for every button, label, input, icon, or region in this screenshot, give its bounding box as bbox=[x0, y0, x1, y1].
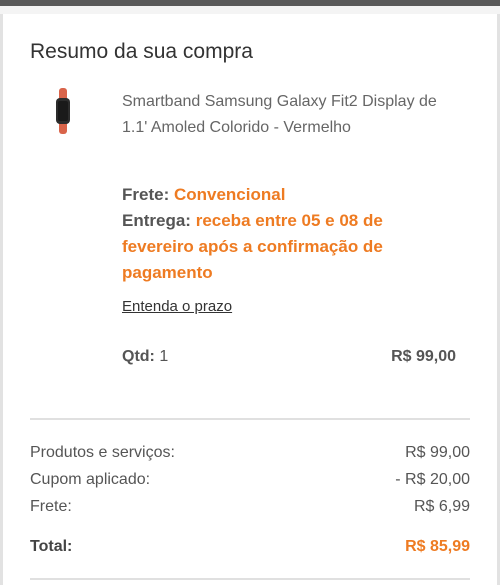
card-border-left bbox=[0, 14, 3, 585]
quantity-label: Qtd: bbox=[122, 348, 155, 365]
row-label: Produtos e serviços: bbox=[30, 444, 175, 461]
row-value: - R$ 20,00 bbox=[395, 471, 470, 488]
row-value: R$ 6,99 bbox=[413, 498, 470, 515]
product-name: Smartband Samsung Galaxy Fit2 Display de… bbox=[122, 93, 437, 136]
divider bbox=[30, 418, 470, 420]
row-label: Frete: bbox=[30, 498, 72, 515]
item-price: R$ 99,00 bbox=[391, 348, 456, 365]
row-total: Total: R$ 85,99 bbox=[30, 538, 470, 556]
total-label: Total: bbox=[30, 538, 73, 555]
summary-title: Resumo da sua compra bbox=[30, 40, 253, 63]
row-shipping: Frete: R$ 6,99 bbox=[30, 498, 470, 516]
row-value: R$ 99,00 bbox=[405, 444, 470, 461]
smartband-image bbox=[56, 88, 70, 134]
quantity-value: 1 bbox=[159, 348, 169, 365]
entrega-label: Entrega: bbox=[122, 211, 191, 230]
row-products: Produtos e serviços: R$ 99,00 bbox=[30, 444, 470, 462]
row-label: Cupom aplicado: bbox=[30, 471, 151, 488]
frete-label: Frete: bbox=[122, 185, 170, 204]
total-value: R$ 85,99 bbox=[405, 538, 470, 555]
shipping-info: Frete: Convencional Entrega: receba entr… bbox=[122, 182, 452, 286]
delivery-info-link[interactable]: Entenda o prazo bbox=[122, 298, 232, 315]
row-coupon: Cupom aplicado: - R$ 20,00 bbox=[30, 471, 470, 489]
top-bar bbox=[0, 0, 500, 6]
frete-value: Convencional bbox=[173, 185, 286, 204]
quantity: Qtd: 1 bbox=[122, 348, 168, 366]
bottom-divider bbox=[30, 578, 470, 580]
